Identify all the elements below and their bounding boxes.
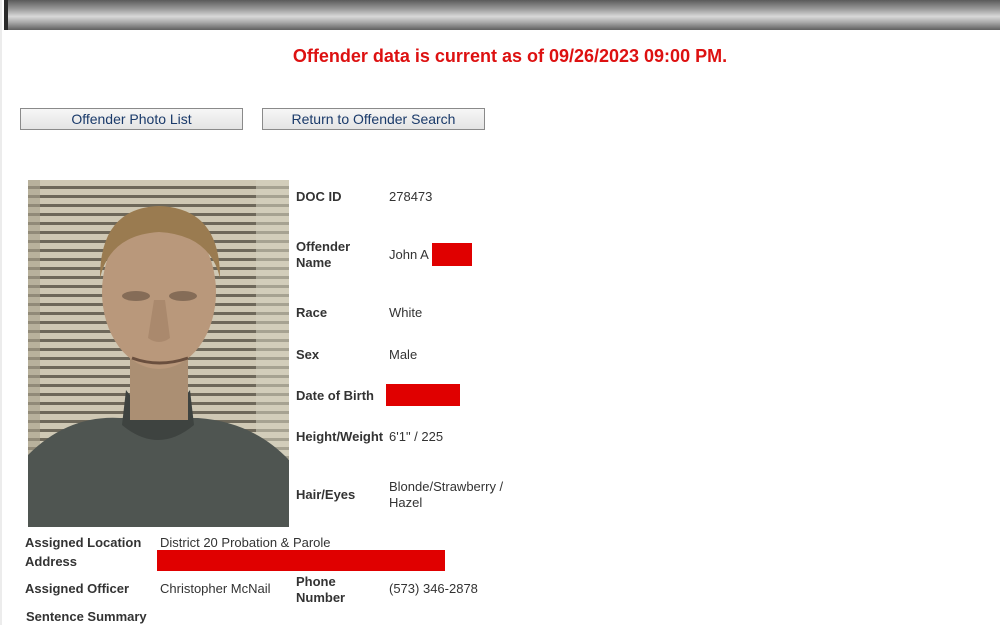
doc-id-label: DOC ID (296, 189, 342, 204)
header-bar (4, 0, 1000, 30)
dob-redaction (386, 384, 460, 406)
sex-label: Sex (296, 347, 320, 362)
assigned-officer-value: Christopher McNail (160, 581, 271, 596)
assigned-location-label: Assigned Location (25, 535, 142, 550)
assigned-officer-label: Assigned Officer (25, 581, 130, 596)
phone-number-label: Phone Number (296, 574, 346, 605)
left-edge (0, 0, 2, 625)
height-weight-label: Height/Weight (296, 429, 384, 444)
name-redaction (432, 243, 472, 266)
hair-eyes-value: Blonde/Strawberry / Hazel (389, 479, 504, 510)
sex-value: Male (389, 347, 418, 362)
address-label: Address (25, 554, 78, 569)
return-to-search-button[interactable]: Return to Offender Search (262, 108, 485, 130)
race-label: Race (296, 305, 328, 320)
sentence-summary-label: Sentence Summary (26, 609, 147, 624)
offender-detail-page: Offender data is current as of 09/26/202… (0, 0, 1000, 625)
dob-label: Date of Birth (296, 388, 374, 403)
height-weight-value: 6'1" / 225 (389, 429, 444, 444)
assigned-location-value: District 20 Probation & Parole (160, 535, 331, 550)
offender-photo-image (28, 180, 289, 527)
doc-id-value: 278473 (389, 189, 433, 204)
hair-eyes-label: Hair/Eyes (296, 487, 356, 502)
data-current-status: Offender data is current as of 09/26/202… (292, 46, 728, 66)
offender-name-value: John A (389, 247, 429, 262)
offender-name-label: Offender Name (296, 239, 351, 270)
offender-photo (28, 180, 289, 527)
phone-number-value: (573) 346-2878 (389, 581, 478, 596)
address-redaction (157, 550, 445, 571)
offender-photo-list-button[interactable]: Offender Photo List (20, 108, 243, 130)
race-value: White (389, 305, 423, 320)
